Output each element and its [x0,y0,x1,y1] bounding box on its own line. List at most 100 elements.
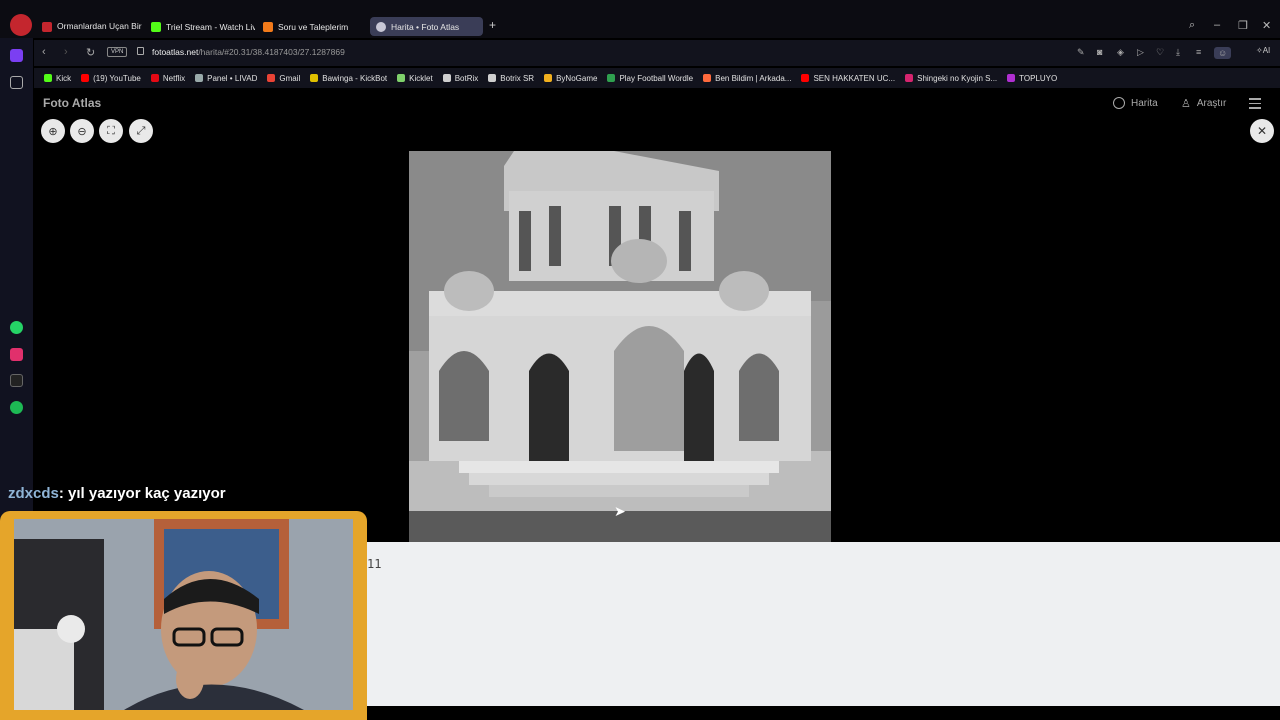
fotoatlas-icon [376,21,386,32]
site-title[interactable]: Foto Atlas [43,96,101,110]
spotify-icon[interactable] [10,401,23,414]
url-domain: fotoatlas.net [152,47,199,57]
heart-icon[interactable]: ♡ [1156,47,1164,58]
camera-icon[interactable]: ◙ [1097,47,1102,57]
bookmark-panel-livad[interactable]: Panel • LIVAD [195,74,257,83]
nav-explore-link[interactable]: ♙ Araştır [1181,97,1226,110]
chat-message: zdxcds: yıl yazıyor kaç yazıyor [8,485,226,502]
close-viewer-icon[interactable]: ✕ [1250,119,1274,143]
bookmark-label: Bawinga - KickBot [322,73,388,83]
shield-icon[interactable]: ◈ [1117,47,1124,58]
botrix-icon [488,74,497,82]
bookmark-label: ByNoGame [556,73,598,83]
home-icon[interactable] [10,49,23,62]
ai-button[interactable]: ✧AI [1256,46,1270,55]
chat-text: : yıl yazıyor kaç yazıyor [58,485,226,502]
historical-photo[interactable] [409,151,831,542]
tab-foto-atlas[interactable]: Harita • Foto Atlas [370,17,483,36]
hamburger-menu-icon[interactable] [1249,98,1261,112]
bookmark-bawinga[interactable]: Bawinga - KickBot [310,74,387,83]
globe-icon [1113,97,1125,109]
tab-soru-talepler[interactable]: Soru ve Taleplerim [257,17,367,36]
bookmark-topluyo[interactable]: TOPLUYO [1007,74,1057,83]
kicklet-icon [397,74,406,82]
bynogame-icon [544,74,553,82]
bookmark-youtube[interactable]: (19) YouTube [81,74,141,83]
instagram-icon[interactable] [10,348,23,361]
nav-map-label: Harita [1131,97,1158,109]
nav-explore-label: Araştır [1196,98,1227,109]
bookmark-botrix-sr[interactable]: Botrix SR [488,74,534,83]
benbildim-icon [703,74,712,82]
tab-kick-stream[interactable]: Triel Stream - Watch Live c [145,17,255,36]
kick-icon [151,21,161,32]
bookmark-label: Botrix SR [500,73,535,83]
forward-icon[interactable]: › [64,46,68,58]
photo-info-text: 11 [367,557,382,571]
football-icon [607,74,616,82]
nav-map-link[interactable]: Harita [1113,97,1158,109]
chat-username: zdxcds [8,485,59,502]
bookmarks-bar: Kick (19) YouTube Netflix Panel • LIVAD … [34,68,1280,88]
url-field[interactable]: fotoatlas.net/harita/#20.31/38.4187403/2… [152,47,345,57]
star-icon[interactable] [10,76,23,89]
new-tab-button[interactable]: + [489,18,496,32]
bookmark-label: (19) YouTube [93,73,141,83]
bookmark-label: Panel • LIVAD [207,73,258,83]
tab-label: Soru ve Taleplerim [278,21,349,32]
lock-icon[interactable] [137,47,144,55]
bookmark-ben-bildim[interactable]: Ben Bildim | Arkada... [703,74,791,83]
bookmark-kicklet[interactable]: Kicklet [397,74,433,83]
bookmark-label: Gmail [279,73,301,83]
profile-icon[interactable]: ☺ [1214,47,1232,59]
botrix-icon [442,74,451,82]
fullscreen-icon[interactable]: ⤢ [129,119,153,143]
bookmark-football-wordle[interactable]: Play Football Wordle [607,74,693,83]
tab-label: Ormanlardan Uçan Bir Kuş Gibi — ✦ ✦ ✦ [57,21,144,31]
bookmark-label: Kicklet [409,73,433,83]
bookmark-sen-hakkaten[interactable]: SEN HAKKATEN UC... [801,74,895,83]
bookmark-label: Kick [56,73,72,83]
webcam-feed [14,519,353,710]
kick-icon [44,74,52,82]
bookmark-label: SEN HAKKATEN UC... [813,73,896,83]
sparkle-icon: ✧ [1256,46,1263,55]
url-path: /harita/#20.31/38.4187403/27.1287869 [198,47,345,57]
bookmark-netflix[interactable]: Netflix [150,73,186,83]
restore-icon[interactable]: ❐ [1238,19,1248,32]
zoom-out-icon[interactable]: ⊖ [70,119,94,143]
minimize-icon[interactable]: – [1214,19,1220,31]
close-window-icon[interactable]: ✕ [1262,19,1271,32]
crunchyroll-icon [905,74,914,82]
zoom-in-icon[interactable]: ⊕ [41,119,65,143]
bookmark-label: TOPLUYO [1019,73,1058,83]
photo-info-panel [367,542,1280,706]
bookmark-label: Netflix [162,73,186,83]
search-tabs-icon[interactable]: ⌕ [1189,19,1195,32]
bookmark-kick[interactable]: Kick [44,74,71,83]
download-icon[interactable]: ⤓ [1176,47,1180,58]
bookmark-bynogame[interactable]: ByNoGame [544,74,597,83]
x-twitter-icon[interactable] [10,374,23,387]
whatsapp-icon[interactable] [10,321,23,334]
opera-gx-icon [42,21,52,32]
fit-screen-icon[interactable]: ⛶ [99,119,123,143]
opera-gx-logo-icon[interactable] [10,14,32,36]
menu-list-icon[interactable]: ≡ [1196,47,1201,57]
tab-music[interactable]: Ormanlardan Uçan Bir Kuş Gibi — ✦ ✦ ✦ [36,17,144,36]
tab-label: Harita • Foto Atlas [391,21,460,32]
bookmark-label: BotRix [454,73,479,83]
reload-icon[interactable]: ↻ [86,46,95,59]
vpn-badge[interactable]: VPN [107,47,128,57]
bookmark-gmail[interactable]: Gmail [267,74,300,83]
bookmark-botrix[interactable]: BotRix [442,73,479,83]
livad-icon [195,74,204,82]
play-icon[interactable]: ▷ [1137,47,1144,58]
back-icon[interactable]: ‹ [42,46,46,58]
bookmark-label: Ben Bildim | Arkada... [715,73,792,83]
topluyo-icon [1007,74,1016,82]
person-icon: ♙ [1181,98,1191,110]
edit-icon[interactable]: ✎ [1077,47,1085,58]
ai-label: AI [1262,46,1271,55]
bookmark-shingeki[interactable]: Shingeki no Kyojin S... [905,74,997,83]
